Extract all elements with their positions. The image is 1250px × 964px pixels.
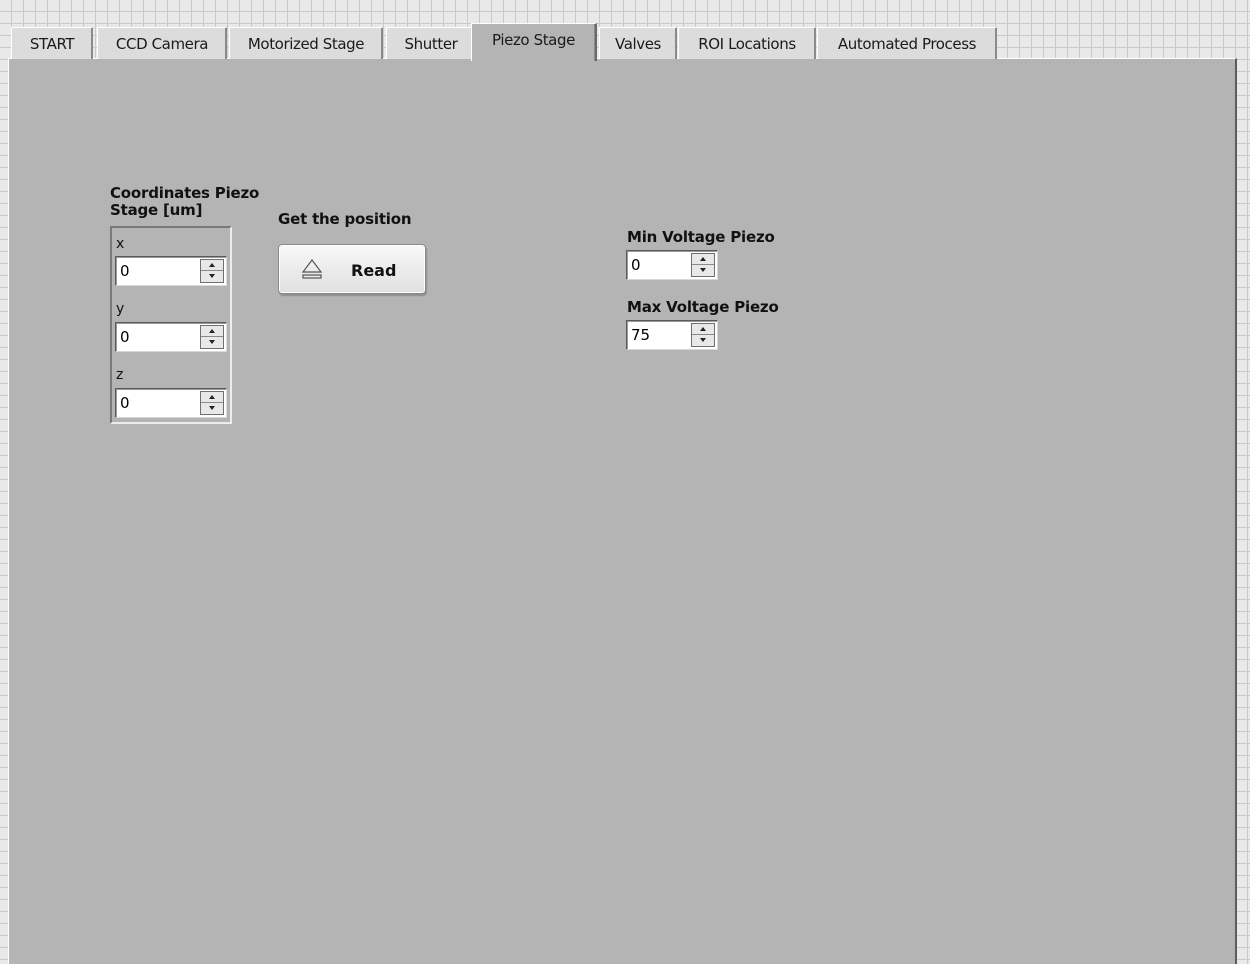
get-position-label: Get the position xyxy=(278,210,412,228)
tab-label: Piezo Stage xyxy=(492,31,575,49)
y-increment-button[interactable] xyxy=(201,326,223,337)
tab-piezo-stage[interactable]: Piezo Stage xyxy=(471,23,597,61)
triangle-up-icon xyxy=(209,329,215,333)
tab-roi-locations[interactable]: ROI Locations xyxy=(678,27,816,59)
tab-start[interactable]: START xyxy=(11,27,93,59)
tab-automated-process[interactable]: Automated Process xyxy=(817,27,997,59)
z-label: z xyxy=(116,367,124,383)
tab-label: CCD Camera xyxy=(115,34,209,53)
min-voltage-value[interactable]: 0 xyxy=(631,256,641,274)
tab-label: Automated Process xyxy=(837,34,977,53)
y-decrement-button[interactable] xyxy=(201,337,223,348)
z-increment-button[interactable] xyxy=(201,392,223,403)
tab-label: START xyxy=(29,34,75,53)
x-spinner[interactable] xyxy=(200,259,224,283)
x-label: x xyxy=(116,236,125,252)
x-decrement-button[interactable] xyxy=(201,271,223,282)
tab-label: Motorized Stage xyxy=(247,34,365,53)
y-label: y xyxy=(116,301,125,317)
min-voltage-numeric-control[interactable]: 0 xyxy=(626,250,718,280)
read-button-label: Read xyxy=(351,261,397,280)
max-voltage-numeric-control[interactable]: 75 xyxy=(626,320,718,350)
triangle-down-icon xyxy=(209,340,215,344)
x-value[interactable]: 0 xyxy=(120,262,130,280)
z-decrement-button[interactable] xyxy=(201,403,223,414)
x-increment-button[interactable] xyxy=(201,260,223,271)
triangle-down-icon xyxy=(700,268,706,272)
front-panel-grid-edge xyxy=(1239,58,1250,964)
z-spinner[interactable] xyxy=(200,391,224,415)
y-value[interactable]: 0 xyxy=(120,328,130,346)
triangle-up-icon xyxy=(209,395,215,399)
max-voltage-spinner[interactable] xyxy=(691,323,715,347)
read-button[interactable]: Read xyxy=(278,244,426,294)
triangle-down-icon xyxy=(700,338,706,342)
triangle-down-icon xyxy=(209,406,215,410)
triangle-up-icon xyxy=(700,257,706,261)
x-numeric-control[interactable]: 0 xyxy=(115,256,227,286)
coordinates-title-line2: Stage [um] xyxy=(110,201,203,219)
max-voltage-value[interactable]: 75 xyxy=(631,326,650,344)
tab-shutter[interactable]: Shutter xyxy=(386,27,476,59)
triangle-up-icon xyxy=(209,263,215,267)
coordinates-cluster-title: Coordinates Piezo Stage [um] xyxy=(110,185,259,219)
tab-label: Shutter xyxy=(404,34,458,53)
z-value[interactable]: 0 xyxy=(120,394,130,412)
tab-label: Valves xyxy=(615,34,661,53)
y-numeric-control[interactable]: 0 xyxy=(115,322,227,352)
eject-icon xyxy=(301,259,323,279)
tab-label: ROI Locations xyxy=(698,34,796,53)
tab-valves[interactable]: Valves xyxy=(599,27,677,59)
tab-ccd-camera[interactable]: CCD Camera xyxy=(97,27,227,59)
max-voltage-label: Max Voltage Piezo xyxy=(627,298,779,316)
min-voltage-spinner[interactable] xyxy=(691,253,715,277)
z-numeric-control[interactable]: 0 xyxy=(115,388,227,418)
min-voltage-label: Min Voltage Piezo xyxy=(627,228,775,246)
tab-motorized-stage[interactable]: Motorized Stage xyxy=(229,27,383,59)
triangle-down-icon xyxy=(209,274,215,278)
triangle-up-icon xyxy=(700,327,706,331)
coordinates-title-line1: Coordinates Piezo xyxy=(110,184,260,202)
max-voltage-decrement-button[interactable] xyxy=(692,335,714,346)
min-voltage-decrement-button[interactable] xyxy=(692,265,714,276)
y-spinner[interactable] xyxy=(200,325,224,349)
min-voltage-increment-button[interactable] xyxy=(692,254,714,265)
max-voltage-increment-button[interactable] xyxy=(692,324,714,335)
